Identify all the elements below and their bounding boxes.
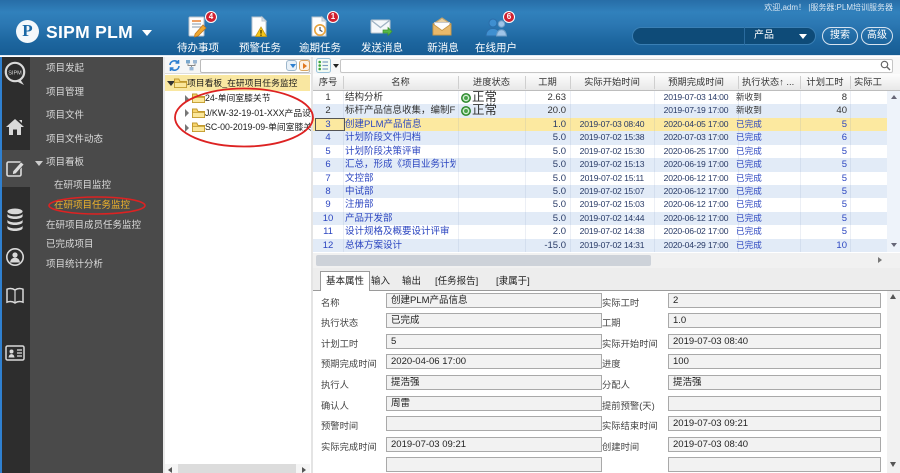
svg-text:SIPM: SIPM xyxy=(8,71,22,77)
